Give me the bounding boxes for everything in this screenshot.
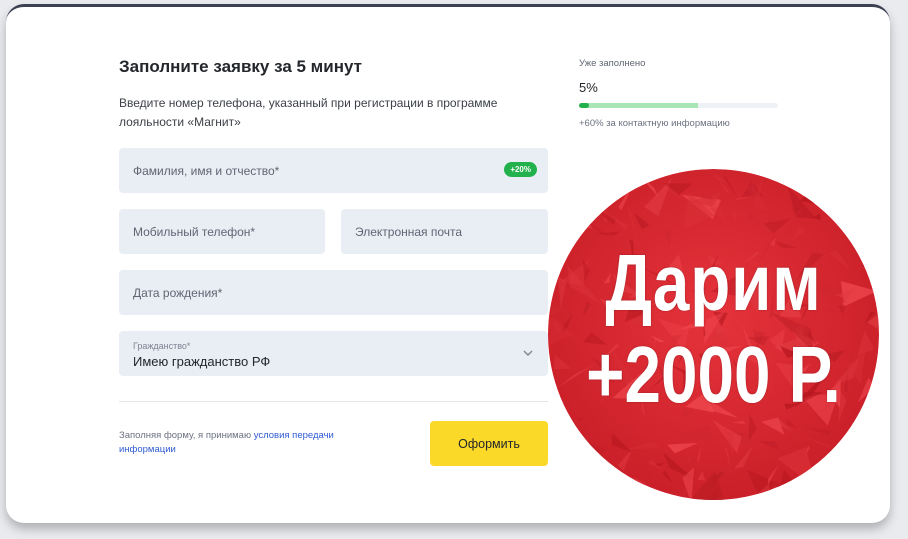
email-placeholder: Электронная почта — [355, 224, 463, 239]
form-subtitle: Введите номер телефона, указанный при ре… — [119, 96, 498, 129]
full-name-placeholder: Фамилия, имя и отчество* — [133, 163, 280, 178]
progress-potential-fill — [579, 103, 699, 108]
citizenship-label: Гражданство* — [133, 341, 191, 351]
consent-prefix: Заполняя форму, я принимаю — [119, 430, 254, 441]
promo-badge: Дарим +2000 Р. — [548, 169, 879, 500]
form-title: Заполните заявку за 5 минут — [119, 57, 362, 76]
divider — [119, 401, 548, 402]
promo-line1: Дарим — [605, 238, 822, 327]
phone-field[interactable]: Мобильный телефон* — [119, 209, 325, 254]
submit-button[interactable]: Оформить — [430, 421, 548, 466]
email-field[interactable]: Электронная почта — [341, 209, 548, 254]
progress-label: Уже заполнено — [579, 58, 646, 69]
chevron-down-icon[interactable] — [522, 347, 534, 359]
phone-placeholder: Мобильный телефон* — [133, 224, 256, 239]
progress-fill — [579, 103, 589, 108]
promo-line2: +2000 Р. — [586, 330, 841, 419]
bonus-badge: +20% — [504, 162, 537, 177]
citizenship-value: Имею гражданство РФ — [133, 354, 271, 369]
birthdate-placeholder: Дата рождения* — [133, 285, 223, 300]
consent-text: Заполняя форму, я принимаю условия перед… — [119, 429, 379, 457]
full-name-field[interactable]: Фамилия, имя и отчество* +20% — [119, 148, 548, 193]
citizenship-select[interactable]: Гражданство* Имею гражданство РФ — [119, 331, 548, 376]
progress-note: +60% за контактную информацию — [579, 118, 730, 129]
progress-bar — [579, 103, 778, 108]
birthdate-field[interactable]: Дата рождения* — [119, 270, 548, 315]
progress-percent: 5% — [579, 80, 598, 95]
